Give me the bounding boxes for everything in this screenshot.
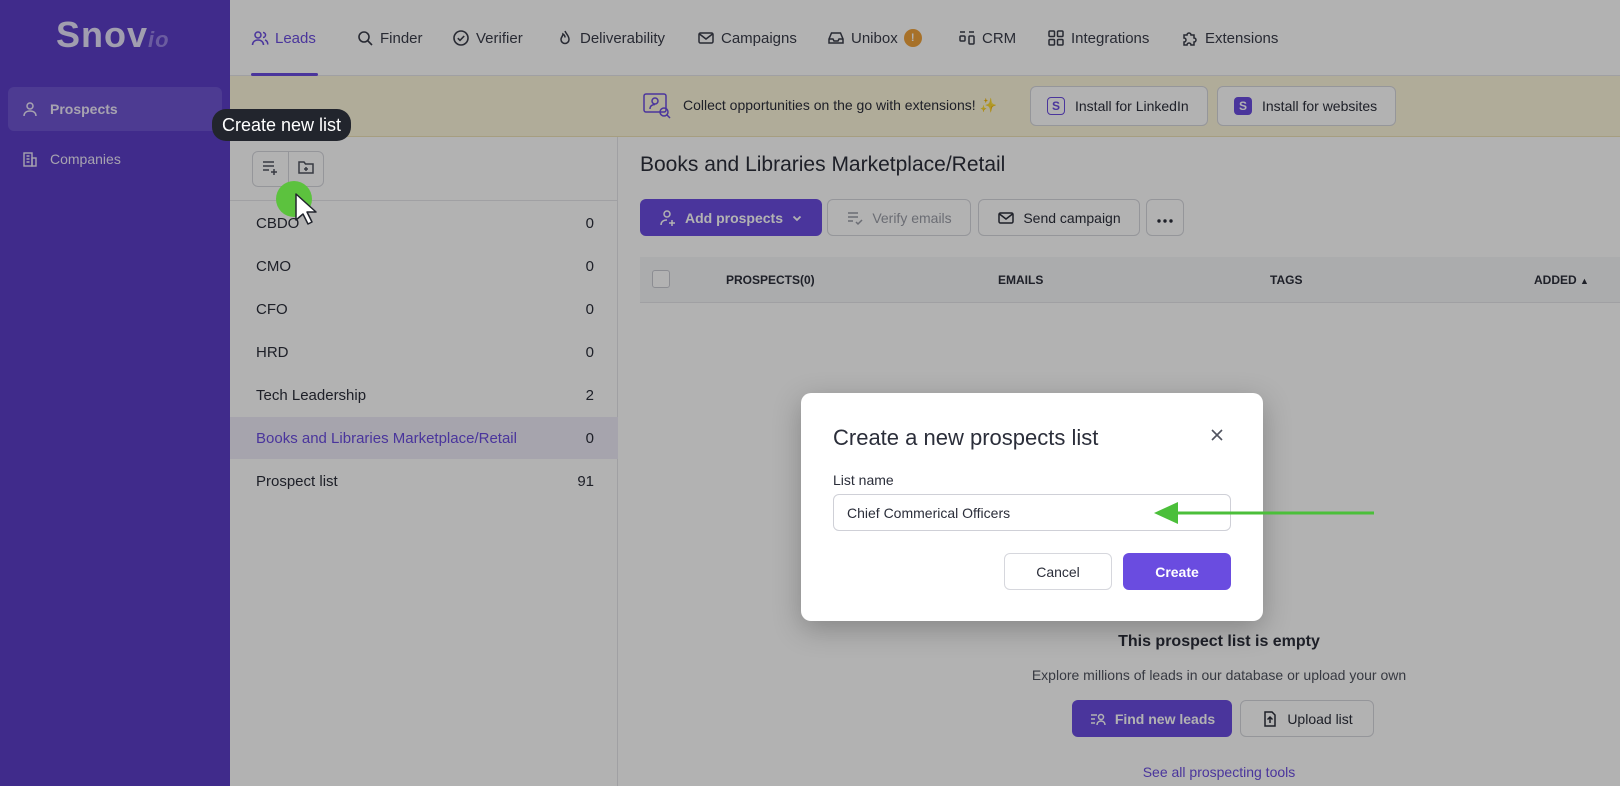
create-button[interactable]: Create bbox=[1123, 553, 1231, 590]
dialog-title: Create a new prospects list bbox=[833, 425, 1099, 450]
mouse-cursor-icon bbox=[295, 193, 317, 225]
cancel-button[interactable]: Cancel bbox=[1004, 553, 1112, 590]
close-icon bbox=[1210, 428, 1224, 447]
list-name-label: List name bbox=[833, 472, 894, 488]
annotation-arrow-icon bbox=[1154, 502, 1374, 524]
create-list-tooltip: Create new list bbox=[212, 109, 352, 141]
close-button[interactable] bbox=[1207, 427, 1227, 447]
